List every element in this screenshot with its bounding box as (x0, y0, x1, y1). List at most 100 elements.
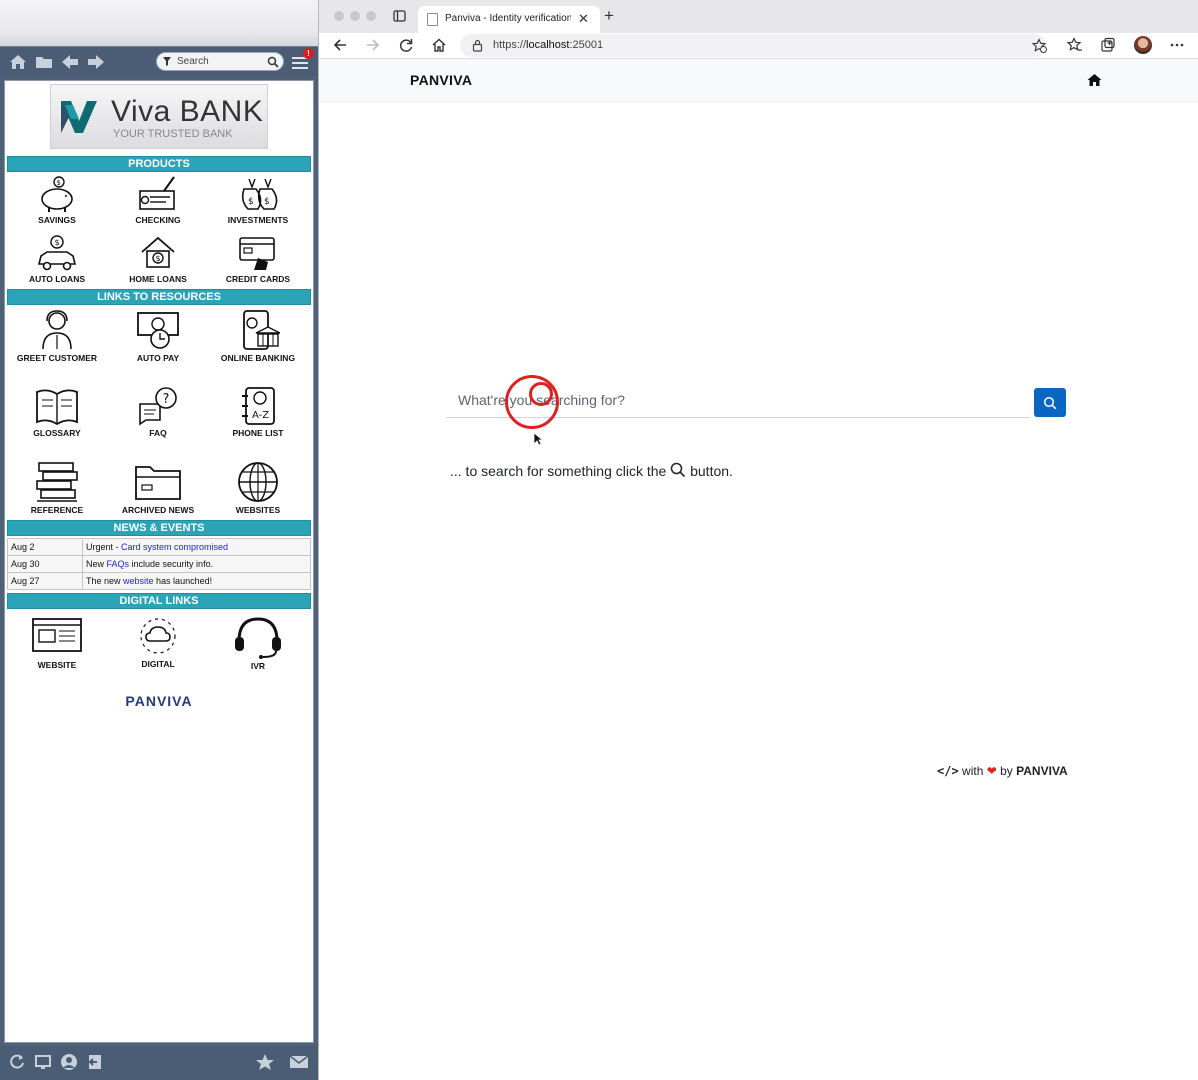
news-date: Aug 2 (7, 538, 83, 556)
news-row: Aug 2 Urgent - Card system compromised (7, 538, 311, 556)
tile-online-banking[interactable]: ONLINE BANKING (208, 309, 308, 363)
home-icon[interactable] (8, 53, 28, 71)
tab-close-icon[interactable]: ✕ (578, 11, 589, 27)
web-page-icon (32, 618, 82, 652)
tile-auto-pay[interactable]: AUTO PAY (108, 309, 208, 363)
news-link[interactable]: FAQs (107, 559, 130, 569)
lock-icon[interactable] (472, 39, 483, 52)
tile-label: FAQ (149, 428, 167, 438)
tile-digital[interactable]: DIGITAL (108, 615, 208, 669)
section-digital: DIGITAL LINKS (7, 593, 311, 609)
forward-icon[interactable] (365, 37, 381, 53)
folder-icon[interactable] (34, 53, 54, 71)
window-close-button[interactable] (334, 11, 344, 21)
search-icon (1043, 396, 1057, 409)
sidebar-bottom-bar (0, 1046, 318, 1080)
tile-label: AUTO PAY (136, 353, 180, 363)
svg-text:$: $ (156, 254, 161, 263)
tile-phone-list[interactable]: A-Z PHONE LIST (208, 386, 308, 438)
add-favorite-icon[interactable] (1032, 38, 1047, 53)
brand-link[interactable]: PANVIVA (410, 72, 472, 88)
tile-savings[interactable]: $ SAVINGS (7, 175, 107, 225)
tile-archived-news[interactable]: ARCHIVED NEWS (108, 461, 208, 515)
tile-credit-cards[interactable]: CREDIT CARDS (208, 234, 308, 284)
search-icon (670, 462, 686, 478)
customer-agent-icon (42, 310, 72, 350)
cloud-network-icon (140, 618, 176, 654)
tile-label: HOME LOANS (129, 274, 187, 284)
web-page: PANVIVA ... to search for something clic… (319, 59, 1198, 1080)
url-text: https://localhost:25001 (493, 39, 604, 51)
bank-logo-mark-icon (59, 97, 99, 137)
tile-glossary[interactable]: GLOSSARY (7, 386, 107, 438)
logo-subtitle: YOUR TRUSTED BANK (113, 128, 233, 140)
tile-reference[interactable]: REFERENCE (7, 461, 107, 515)
news-link[interactable]: website (123, 576, 154, 586)
search-hint: ... to search for something click the bu… (450, 462, 733, 479)
tab-active[interactable]: Panviva - Identity verification p ✕ (418, 6, 600, 33)
code-icon: </> (937, 764, 959, 778)
tile-label: PHONE LIST (232, 428, 284, 438)
tile-checking[interactable]: CHECKING (108, 175, 208, 225)
profile-avatar[interactable] (1134, 36, 1152, 54)
tile-website[interactable]: WEBSITE (7, 615, 107, 670)
home-icon[interactable] (431, 37, 447, 53)
tile-label: ARCHIVED NEWS (121, 505, 195, 515)
funnel-icon (162, 56, 172, 67)
back-icon[interactable] (332, 37, 348, 53)
tile-label: ONLINE BANKING (220, 353, 296, 363)
left-sidebar-app: Search ! Viva BANK YOUR TRUSTED BANK PRO… (0, 0, 318, 1080)
stacked-books-icon (36, 462, 78, 502)
window-minimize-button[interactable] (350, 11, 360, 21)
user-icon[interactable] (60, 1053, 78, 1071)
footer-with: with (962, 764, 984, 778)
back-arrow-icon[interactable] (60, 53, 80, 71)
sidebar-search-input[interactable]: Search (156, 52, 284, 71)
page-footer: </> with ❤ by PANVIVA (937, 764, 1068, 778)
news-table: Aug 2 Urgent - Card system compromised A… (7, 538, 311, 590)
url-field[interactable]: https://localhost:25001 (460, 34, 1047, 57)
mouse-pointer-icon (533, 432, 543, 446)
section-resources: LINKS TO RESOURCES (7, 289, 311, 305)
svg-text:$: $ (55, 238, 60, 247)
favorites-icon[interactable] (1067, 37, 1083, 53)
sidebar-title-area (0, 0, 318, 46)
archive-folder-icon (135, 466, 181, 500)
refresh-icon[interactable] (8, 1053, 26, 1071)
checkbook-icon (139, 176, 175, 210)
tile-label: DIGITAL (141, 659, 175, 669)
heart-icon: ❤ (986, 764, 997, 778)
tile-auto-loans[interactable]: $ AUTO LOANS (7, 234, 107, 284)
forward-arrow-icon[interactable] (86, 53, 106, 71)
monitor-icon[interactable] (34, 1053, 52, 1071)
mail-icon[interactable] (289, 1053, 309, 1071)
more-options-icon[interactable] (1169, 37, 1185, 53)
tile-home-loans[interactable]: $ HOME LOANS (108, 234, 208, 284)
credit-card-icon (239, 237, 275, 270)
tile-investments[interactable]: $ $ INVESTMENTS (208, 175, 308, 225)
news-date: Aug 30 (7, 555, 83, 573)
news-text: Urgent - Card system compromised (82, 538, 311, 556)
star-icon[interactable] (255, 1053, 274, 1071)
money-bags-icon: $ $ (241, 178, 278, 210)
tile-greet-customer[interactable]: GREET CUSTOMER (7, 309, 107, 363)
tile-faq[interactable]: ? FAQ (108, 386, 208, 438)
tile-ivr[interactable]: IVR (208, 615, 308, 671)
exit-icon[interactable] (86, 1053, 104, 1071)
footer-by: by (1000, 764, 1013, 778)
tile-label: CREDIT CARDS (225, 274, 291, 284)
window-zoom-button[interactable] (366, 11, 376, 21)
search-icon[interactable] (267, 56, 279, 68)
news-link[interactable]: Card system compromised (121, 542, 228, 552)
tab-actions-icon[interactable] (393, 10, 406, 22)
tile-label: INVESTMENTS (227, 215, 289, 225)
search-button[interactable] (1034, 388, 1066, 417)
home-icon[interactable] (1087, 73, 1102, 87)
reload-icon[interactable] (398, 37, 414, 53)
tile-websites[interactable]: WEBSITES (208, 461, 308, 515)
section-products: PRODUCTS (7, 156, 311, 172)
collections-icon[interactable] (1100, 37, 1116, 53)
new-tab-icon[interactable]: + (604, 6, 614, 26)
tile-label: WEBSITES (235, 505, 281, 515)
globe-icon (238, 462, 278, 502)
